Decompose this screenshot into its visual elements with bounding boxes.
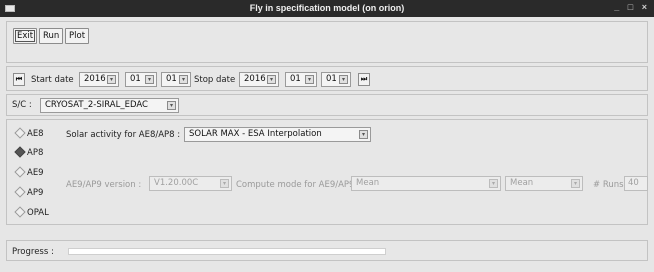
radio-ae8[interactable]: AE8 [15,128,44,139]
dropdown-arrow-icon: ▾ [359,130,368,139]
dates-panel: ⏮ Start date 2016 ▾ 01 ▾ 01 ▾ Stop date 201… [6,66,648,91]
radio-indicator-icon [15,207,24,216]
solar-activity-label: Solar activity for AE8/AP8 : [66,130,181,140]
start-month-select[interactable]: 01 ▾ [125,72,157,87]
radio-opal[interactable]: OPAL [15,207,49,218]
radio-indicator-icon [15,167,24,176]
radio-ap9-label: AP9 [27,188,44,198]
title-bar: Fly in specification model (on orion) _ … [0,0,654,17]
progress-panel: Progress : [6,240,648,261]
stop-day-select[interactable]: 01 ▾ [321,72,351,87]
dropdown-arrow-icon: ▾ [179,75,188,84]
dropdown-arrow-icon: ▾ [489,179,498,188]
start-date-label: Start date [31,75,74,85]
compute-mode-label: Compute mode for AE9/AP9 : [236,180,361,190]
compute-mode-value: Mean [356,178,380,188]
dropdown-arrow-icon: ▾ [167,101,176,110]
radio-ap8[interactable]: AP8 [15,147,43,158]
radio-opal-label: OPAL [27,208,49,218]
radio-indicator-icon [15,147,24,156]
progress-label: Progress : [12,247,54,257]
runs-label: # Runs [593,180,624,190]
radio-ae9-label: AE9 [27,168,44,178]
dropdown-arrow-icon: ▾ [571,179,580,188]
solar-activity-select[interactable]: SOLAR MAX - ESA Interpolation ▾ [184,127,371,142]
dropdown-arrow-icon: ▾ [107,75,116,84]
toolbar-panel: Exit Run Plot [6,21,648,63]
last-date-button[interactable]: ⏭ [358,73,370,86]
start-year-select[interactable]: 2016 ▾ [79,72,119,87]
stop-date-label: Stop date [194,75,236,85]
stop-month-value: 01 [290,74,301,84]
dropdown-arrow-icon: ▾ [145,75,154,84]
radio-ae9[interactable]: AE9 [15,167,44,178]
dropdown-arrow-icon: ▾ [305,75,314,84]
first-date-button[interactable]: ⏮ [13,73,25,86]
solar-activity-value: SOLAR MAX - ESA Interpolation [189,129,322,139]
stop-month-select[interactable]: 01 ▾ [285,72,317,87]
start-year-value: 2016 [84,74,106,84]
dropdown-arrow-icon: ▾ [339,75,348,84]
compute-mode-select-2[interactable]: Mean ▾ [505,176,583,191]
dropdown-arrow-icon: ▾ [220,179,229,188]
window-controls[interactable]: _ □ × [614,2,650,12]
radio-indicator-icon [15,128,24,137]
spacecraft-label: S/C : [12,100,32,110]
radio-ae8-label: AE8 [27,129,44,139]
runs-input[interactable]: 40 [624,176,648,191]
compute-mode-value-2: Mean [510,178,534,188]
spacecraft-value: CRYOSAT_2-SIRAL_EDAC [45,100,148,110]
models-panel: AE8 AP8 AE9 AP9 OPAL Solar activity for … [6,119,648,225]
ae9ap9-version-value: V1.20.00C [154,178,199,188]
ae9ap9-version-label: AE9/AP9 version : [66,180,142,190]
exit-button[interactable]: Exit [13,28,38,44]
window-title: Fly in specification model (on orion) [249,3,405,13]
ae9ap9-version-select[interactable]: V1.20.00C ▾ [149,176,232,191]
radio-indicator-icon [15,187,24,196]
dropdown-arrow-icon: ▾ [267,75,276,84]
start-month-value: 01 [130,74,141,84]
radio-ap8-label: AP8 [27,148,44,158]
start-day-select[interactable]: 01 ▾ [161,72,191,87]
progress-bar [68,248,386,255]
spacecraft-select[interactable]: CRYOSAT_2-SIRAL_EDAC ▾ [40,98,179,113]
compute-mode-select[interactable]: Mean ▾ [351,176,501,191]
plot-button[interactable]: Plot [65,28,90,44]
start-day-value: 01 [166,74,177,84]
stop-day-value: 01 [326,74,337,84]
stop-year-select[interactable]: 2016 ▾ [239,72,279,87]
stop-year-value: 2016 [244,74,266,84]
run-button[interactable]: Run [39,28,64,44]
radio-ap9[interactable]: AP9 [15,187,43,198]
spacecraft-panel: S/C : CRYOSAT_2-SIRAL_EDAC ▾ [6,94,648,116]
